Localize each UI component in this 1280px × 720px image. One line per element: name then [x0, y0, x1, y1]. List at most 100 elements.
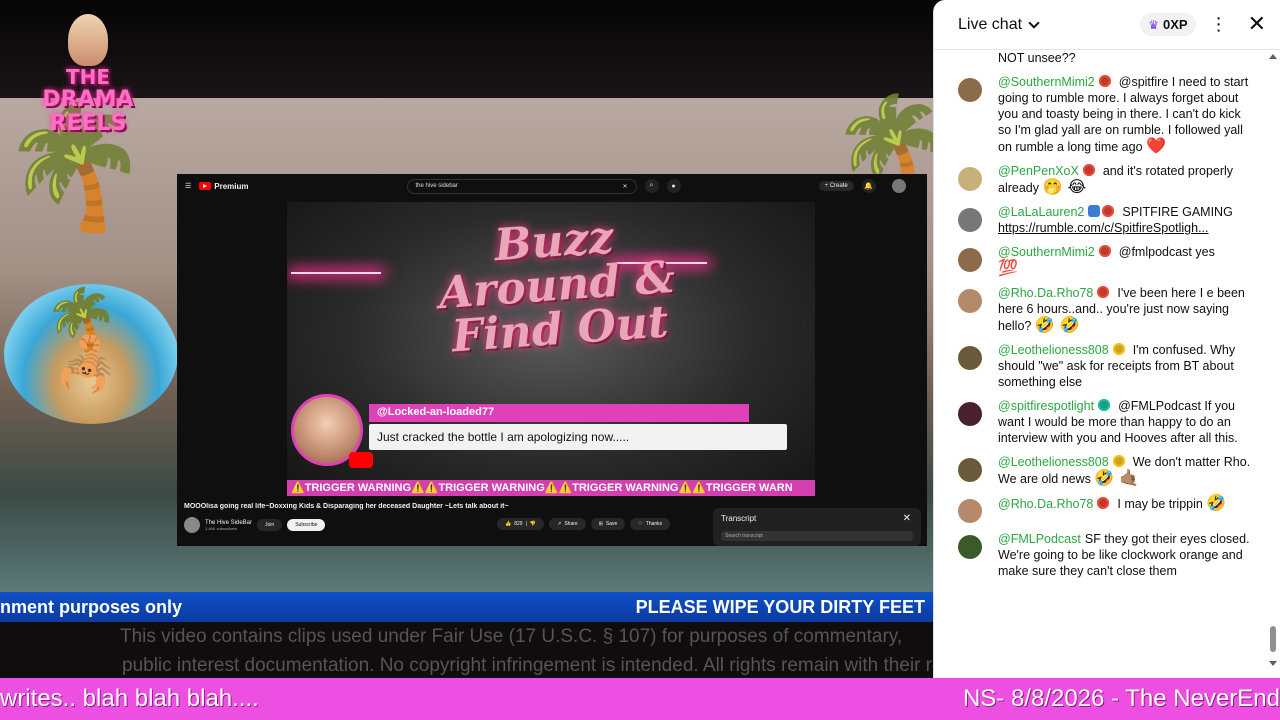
stream-canvas: 🌴 🌴 THE DRAMA REELS 🌴 🦂 ☰ Premium the hi…	[0, 0, 1280, 720]
message-author[interactable]: @Leothelioness808	[998, 455, 1109, 469]
video-title-art: Buzz Around & Find Out	[437, 212, 677, 363]
trigger-warning-banner: ⚠️TRIGGER WARNING⚠️⚠️TRIGGER WARNING⚠️⚠️…	[287, 480, 815, 496]
message-author[interactable]: @SouthernMimi2	[998, 245, 1095, 259]
save-button: ⊞ Save	[590, 518, 626, 530]
message-link[interactable]: https://rumble.com/c/SpitfireSpotligh...	[998, 221, 1209, 235]
xp-badge[interactable]: ♛ 0XP	[1140, 13, 1196, 36]
logo-text-line2: DRAMA	[42, 87, 134, 112]
logo-text-line1: THE	[65, 65, 111, 89]
avatar	[958, 458, 982, 482]
close-icon[interactable]: ✕	[1248, 12, 1266, 37]
clear-icon: ✕	[622, 183, 628, 190]
chat-message: @Rho.Da.Rho78 I may be trippin 🤣	[934, 495, 1268, 523]
chat-message: @SouthernMimi2 @spitfire I need to start …	[934, 74, 1268, 155]
logo-figure	[68, 14, 108, 66]
youtube-play-icon	[349, 452, 373, 468]
chat-message: @SouthernMimi2 @fmlpodcast yes 💯	[934, 244, 1268, 277]
message-text: NOT unsee??	[998, 51, 1076, 65]
subscribe-button: Subscribe	[287, 519, 326, 531]
scrollbar-thumb[interactable]	[1270, 626, 1276, 652]
news-ticker: nment purposes only PLEASE WIPE YOUR DIR…	[0, 592, 933, 622]
youtube-brand-label: Premium	[214, 181, 249, 191]
avatar	[958, 289, 982, 313]
bottom-right-text: NS- 8/8/2026 - The NeverEnd	[962, 685, 1280, 712]
transcript-title: Transcript	[721, 514, 757, 523]
chat-message: @PenPenXoX and it's rotated properly alre…	[934, 163, 1268, 196]
message-author[interactable]: @Rho.Da.Rho78	[998, 286, 1093, 300]
logo-text-line3: REELS	[49, 111, 127, 136]
message-author[interactable]: @spitfirespotlight	[998, 399, 1094, 413]
member-badge-icon	[1098, 75, 1111, 87]
rofl-emoji-icon: 🤣 🤙🏽	[1094, 468, 1140, 487]
message-author[interactable]: @Rho.Da.Rho78	[998, 497, 1093, 511]
scorpion-island-graphic: 🌴 🦂	[4, 284, 178, 424]
youtube-topbar: ☰ Premium the hive sidebar ✕ ⌕ ● + Creat…	[177, 174, 927, 198]
scroll-up-icon[interactable]	[1269, 54, 1277, 59]
chat-message-list[interactable]: NOT unsee?? @SouthernMimi2 @spitfire I ne…	[934, 50, 1268, 670]
live-chat-panel: Live chat ♛ 0XP ⋮ ✕ NOT unsee?? @Souther…	[933, 0, 1280, 678]
disclaimer-line: This video contains clips used under Fai…	[120, 626, 903, 647]
youtube-actions: 👍 829 | 👎 ↗ Share ⊞ Save ♡ Thanks	[497, 518, 671, 530]
avatar	[958, 499, 982, 523]
join-button: Join	[257, 519, 283, 531]
comment-text: Just cracked the bottle I am apologizing…	[369, 424, 787, 450]
message-author[interactable]: @LaLaLauren2	[998, 205, 1084, 219]
message-author[interactable]: @SouthernMimi2	[998, 75, 1095, 89]
chat-mode-dropdown[interactable]: Live chat	[958, 15, 1040, 34]
chat-message: @FMLPodcast SF they got their eyes closed…	[934, 531, 1268, 579]
avatar	[958, 167, 982, 191]
video-frame: Buzz Around & Find Out @Locked-an-loaded…	[287, 202, 815, 496]
message-author[interactable]: @FMLPodcast	[998, 532, 1081, 546]
youtube-video-title: MOOOlisa going real life~Doxxing Kids & …	[184, 503, 509, 510]
channel-info: The Hive SideBar 1.46K subscribers	[205, 520, 252, 531]
bottom-scroll-bar: writes.. blah blah blah.... NS- 8/8/2026…	[0, 678, 1280, 720]
more-options-icon[interactable]: ⋮	[1210, 14, 1228, 35]
close-icon: ✕	[902, 513, 911, 524]
youtube-avatar	[891, 179, 906, 193]
chat-message: @LaLaLauren2 SPITFIRE GAMING https://rumb…	[934, 204, 1268, 236]
chat-header: Live chat ♛ 0XP ⋮ ✕	[934, 0, 1280, 50]
channel-avatar	[184, 517, 200, 533]
member-badge-icon	[1112, 343, 1125, 355]
avatar	[958, 248, 982, 272]
member-badge-icon	[1098, 399, 1111, 411]
xp-value: 0XP	[1162, 17, 1188, 32]
message-author[interactable]: @PenPenXoX	[998, 164, 1079, 178]
share-button: ↗ Share	[549, 518, 586, 530]
crown-icon: ♛	[1148, 17, 1159, 32]
youtube-search-box: the hive sidebar ✕	[406, 178, 637, 194]
member-badge-icon	[1098, 245, 1111, 257]
chat-message: @Leothelioness808 I'm confused. Why shoul…	[934, 342, 1268, 390]
chat-title: Live chat	[958, 15, 1023, 33]
youtube-channel-row: The Hive SideBar 1.46K subscribers Join …	[184, 517, 326, 533]
chat-message: NOT unsee??	[934, 50, 1268, 66]
ticker-left-text: nment purposes only	[0, 596, 183, 617]
comment-username: @Locked-an-loaded77	[369, 404, 749, 422]
rofl-emoji-icon: 🤣 🤣	[1034, 315, 1080, 334]
channel-name: The Hive SideBar	[205, 519, 253, 526]
avatar	[958, 78, 982, 102]
rofl-emoji-icon: 🤣	[1206, 493, 1227, 512]
youtube-create-button: + Create	[818, 181, 854, 191]
youtube-search-value: the hive sidebar	[415, 182, 458, 189]
scroll-down-icon[interactable]	[1269, 661, 1277, 666]
member-badge-icon	[1097, 497, 1110, 509]
drama-reels-logo: THE DRAMA REELS	[22, 14, 154, 154]
thumbs-up-icon: 👍	[505, 521, 512, 527]
bell-icon: 🔔	[861, 179, 876, 193]
thanks-icon: ♡	[638, 521, 643, 527]
scorpion-icon: 🦂	[54, 335, 119, 395]
thanks-button: ♡ Thanks	[630, 518, 671, 530]
ticker-right-text: PLEASE WIPE YOUR DIRTY FEET	[635, 596, 925, 617]
hundred-emoji-icon: 💯	[998, 258, 1018, 277]
message-author[interactable]: @Leothelioness808	[998, 343, 1109, 357]
chat-message: @Leothelioness808 We don't matter Rho. We…	[934, 454, 1268, 487]
chat-message: @spitfirespotlight @FMLPodcast If you wan…	[934, 398, 1268, 446]
chat-scrollbar[interactable]	[1267, 50, 1279, 670]
youtube-logo: Premium	[199, 181, 249, 191]
menu-icon: ☰	[185, 183, 192, 190]
heart-emoji-icon: ❤️	[1146, 136, 1166, 155]
laughing-emoji-icon: 🤭 😂	[1042, 177, 1087, 196]
transcript-panel: Transcript ✕ Search transcript	[713, 508, 921, 546]
mic-icon: ●	[666, 179, 681, 193]
